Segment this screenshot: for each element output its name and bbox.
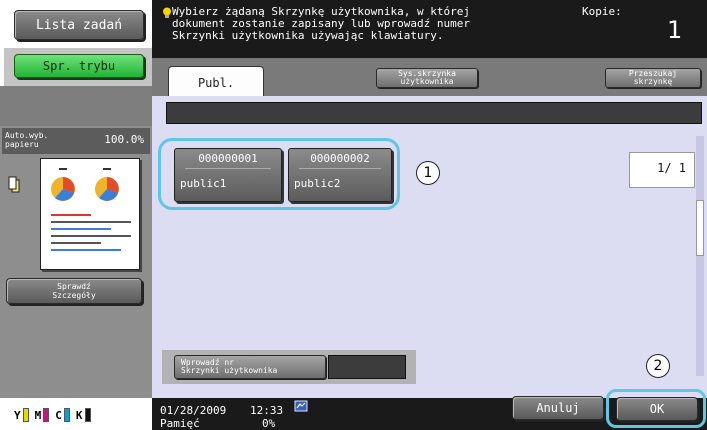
toner-y: Y [14, 408, 29, 422]
staple-icon [8, 176, 20, 194]
box-name: public1 [180, 177, 227, 190]
toner-m-letter: M [34, 408, 42, 422]
callout-1: 1 [416, 161, 440, 185]
memory-label: Pamięć [160, 417, 200, 430]
toner-k: K [76, 408, 91, 422]
callout-1-label: 1 [423, 165, 433, 181]
toner-y-letter: Y [14, 408, 21, 422]
toner-y-bar [22, 408, 29, 422]
box-number: 000000002 [299, 149, 381, 169]
toner-levels: Y M C K [0, 398, 152, 430]
toner-c-letter: C [55, 408, 62, 422]
check-details-line1: Sprawdź [57, 282, 91, 291]
box-number: 000000001 [185, 149, 271, 169]
cancel-button[interactable]: Anuluj [512, 396, 604, 420]
job-list-label: Lista zadań [35, 17, 123, 33]
search-box-button[interactable]: Przeszukaj skrzynkę [605, 68, 701, 88]
tab-public[interactable]: Publ. [168, 66, 264, 98]
time-text: 12:33 [250, 404, 284, 417]
memory-value: 0% [262, 417, 276, 430]
check-details-line2: Szczegóły [52, 291, 96, 300]
box-number-display [166, 102, 702, 124]
network-icon [294, 400, 308, 412]
check-details-button[interactable]: Sprawdź Szczegóły [6, 278, 142, 304]
toner-k-bar [84, 408, 91, 422]
enter-box-number-button[interactable]: Wprowadź nr Skrzynki użytkownika [174, 355, 326, 379]
copies-value: 1 [667, 16, 683, 44]
left-divider-band [0, 86, 152, 126]
tab-system-box[interactable]: Sys.skrzynka użytkownika [376, 68, 478, 88]
scrollbar-thumb[interactable] [696, 200, 704, 256]
paper-label: Auto.wyb. papieru [5, 131, 49, 149]
job-list-button[interactable]: Lista zadań [14, 10, 144, 40]
tab-system-line2: użytkownika [400, 77, 454, 86]
callout-2: 2 [646, 354, 670, 378]
instruction-line-3: Skrzynki użytkownika używając klawiatury… [172, 29, 444, 42]
mode-check-button[interactable]: Spr. trybu [14, 54, 144, 78]
message-bar: Wybierz żądaną Skrzynkę użytkownika, w k… [152, 0, 707, 58]
cancel-label: Anuluj [536, 401, 580, 415]
user-box-public2[interactable]: 000000002 public2 [288, 148, 392, 202]
user-box-public1[interactable]: 000000001 public1 [174, 148, 282, 202]
page-indicator-value: 1/ 1 [657, 161, 686, 175]
toner-k-letter: K [75, 408, 83, 422]
toner-c-bar [63, 408, 70, 422]
document-thumbnail [40, 158, 140, 270]
enter-box-line2: Skrzynki użytkownika [181, 366, 278, 375]
instruction-text: Wybierz żądaną Skrzynkę użytkownika, w k… [172, 6, 470, 42]
ok-label: OK [649, 402, 665, 416]
callout-2-label: 2 [653, 358, 663, 374]
box-name: public2 [294, 177, 341, 190]
toner-m: M [35, 408, 50, 422]
toner-c: C [55, 408, 70, 422]
box-number-input[interactable] [328, 355, 406, 379]
scrollbar-track [696, 136, 704, 376]
copies-label: Kopie: [582, 5, 622, 18]
tab-public-label: Publ. [197, 75, 235, 90]
zoom-value: 100.0% [104, 133, 144, 146]
ok-button[interactable]: OK [616, 397, 698, 421]
date-text: 01/28/2009 [160, 404, 227, 417]
paper-setting-bar: Auto.wyb. papieru 100.0% [2, 128, 150, 154]
page-indicator: 1/ 1 [629, 152, 695, 188]
search-box-line2: skrzynkę [633, 77, 673, 86]
mode-check-label: Spr. trybu [42, 59, 116, 73]
toner-m-bar [43, 408, 50, 422]
